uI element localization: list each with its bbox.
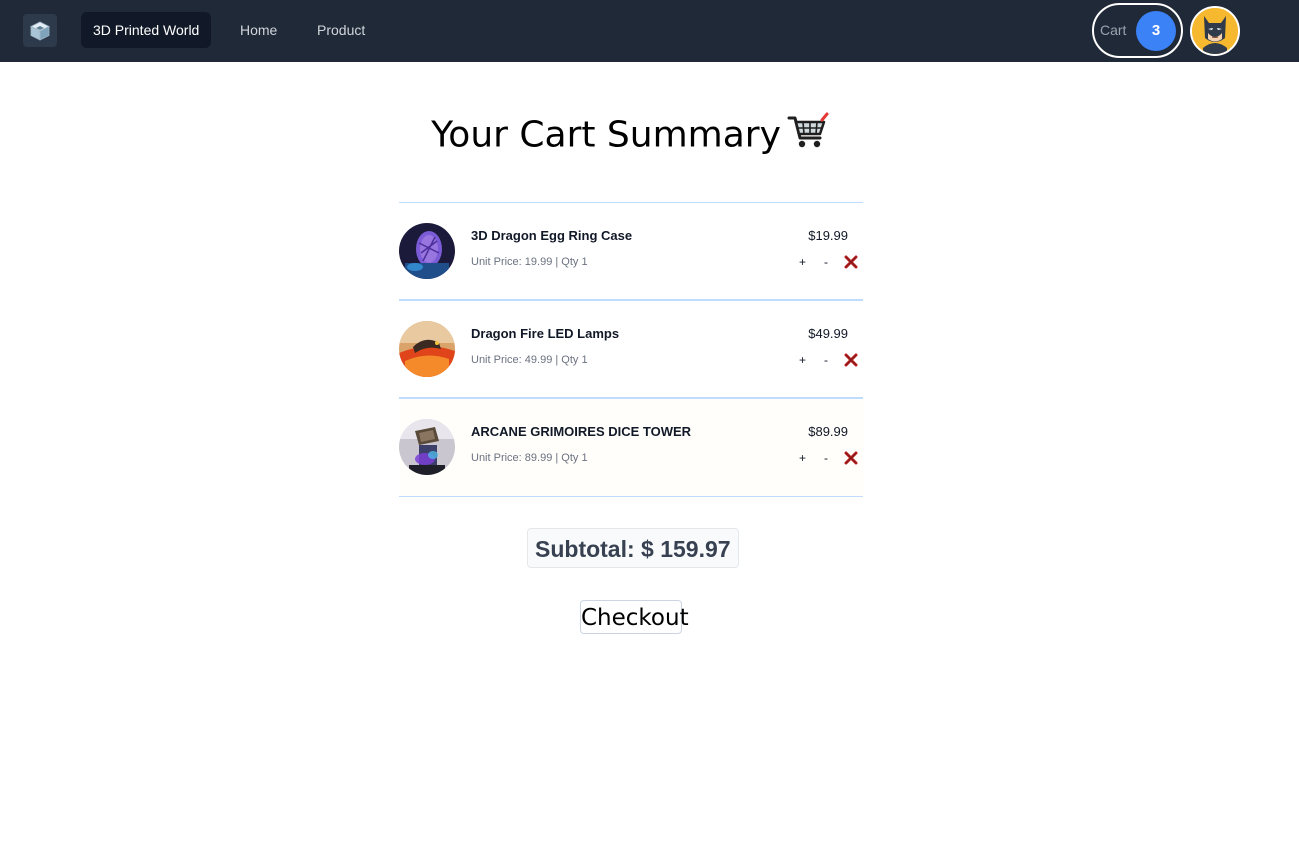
cart-item: ARCANE GRIMOIRES DICE TOWER Unit Price: … [399, 399, 863, 497]
page-title-text: Your Cart Summary [431, 114, 781, 156]
top-navbar: 3D Printed World Home Product Cart 3 [0, 0, 1299, 62]
product-thumbnail[interactable] [399, 223, 455, 279]
page-title: Your Cart Summary [0, 112, 1260, 161]
shopping-cart-icon [787, 112, 829, 161]
user-avatar[interactable] [1190, 6, 1240, 56]
nav-link-home[interactable]: Home [240, 12, 277, 48]
cart-item: Dragon Fire LED Lamps Unit Price: 49.99 … [399, 301, 863, 399]
remove-item-icon[interactable] [844, 353, 858, 367]
product-unit-info: Unit Price: 19.99 | Qty 1 [471, 256, 588, 268]
product-thumbnail[interactable] [399, 321, 455, 377]
cart-item-list: 3D Dragon Egg Ring Case Unit Price: 19.9… [399, 202, 863, 497]
cart-label: Cart [1100, 22, 1127, 38]
decrease-qty-button[interactable]: - [824, 255, 828, 269]
product-name[interactable]: ARCANE GRIMOIRES DICE TOWER [471, 424, 691, 439]
product-price: $89.99 [808, 424, 848, 439]
remove-item-icon[interactable] [844, 451, 858, 465]
product-name[interactable]: 3D Dragon Egg Ring Case [471, 228, 632, 243]
product-unit-info: Unit Price: 89.99 | Qty 1 [471, 452, 588, 464]
product-name[interactable]: Dragon Fire LED Lamps [471, 326, 619, 341]
checkout-button[interactable]: Checkout [580, 600, 689, 634]
cart-count-badge: 3 [1136, 11, 1176, 51]
cube-logo-icon[interactable] [23, 14, 57, 47]
cart-item: 3D Dragon Egg Ring Case Unit Price: 19.9… [399, 203, 863, 301]
product-unit-info: Unit Price: 49.99 | Qty 1 [471, 354, 588, 366]
brand-link[interactable]: 3D Printed World [81, 12, 212, 48]
increase-qty-button[interactable]: + [799, 255, 806, 269]
subtotal-display: Subtotal: $ 159.97 [527, 528, 739, 568]
product-price: $19.99 [808, 228, 848, 243]
increase-qty-button[interactable]: + [799, 451, 806, 465]
remove-item-icon[interactable] [844, 255, 858, 269]
product-thumbnail[interactable] [399, 419, 455, 475]
increase-qty-button[interactable]: + [799, 353, 806, 367]
cart-button[interactable]: Cart 3 [1092, 3, 1183, 58]
product-price: $49.99 [808, 326, 848, 341]
decrease-qty-button[interactable]: - [824, 451, 828, 465]
nav-link-product[interactable]: Product [317, 12, 365, 48]
decrease-qty-button[interactable]: - [824, 353, 828, 367]
